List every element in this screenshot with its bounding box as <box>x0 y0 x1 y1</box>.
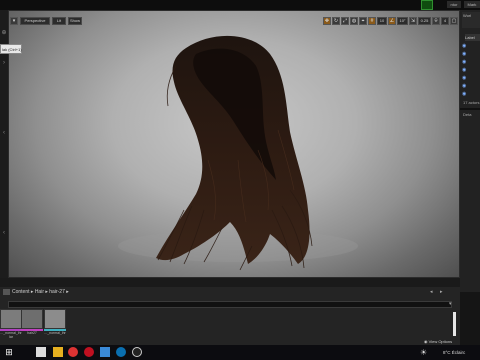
collapse-icon[interactable]: ‹ <box>1 130 7 136</box>
asset-thumbnail <box>0 309 22 329</box>
visibility-icon[interactable]: ◉ <box>462 68 468 73</box>
visibility-icon[interactable]: ◉ <box>462 52 468 57</box>
asset-search-input[interactable] <box>8 301 452 308</box>
breadcrumb: Content ▸ Hair ▸ hair-27 ▸ <box>12 288 212 296</box>
viewport-options-icon[interactable]: ▾ <box>10 17 18 25</box>
opera-icon[interactable] <box>84 347 94 357</box>
scale-snap-value[interactable]: 0.25 <box>418 17 431 25</box>
unreal-engine-icon[interactable] <box>132 347 142 357</box>
breadcrumb-item[interactable]: Hair <box>35 289 44 295</box>
visibility-icon[interactable]: ◉ <box>462 44 468 49</box>
file-explorer-icon[interactable] <box>53 347 63 357</box>
breadcrumb-item[interactable]: hair-27 <box>49 289 65 295</box>
view-options-label: View Options <box>428 339 453 344</box>
app-icon[interactable] <box>116 347 126 357</box>
content-browser-tabbar <box>0 278 460 287</box>
top-bar <box>0 0 480 10</box>
outliner-label-column[interactable]: Label <box>465 34 480 41</box>
history-back-icon[interactable]: ◂ <box>430 289 436 295</box>
expand-icon[interactable]: › <box>1 60 7 66</box>
move-tool-icon[interactable]: ✥ <box>323 17 331 25</box>
scale-tool-icon[interactable]: ⤢ <box>341 17 349 25</box>
tooltip: lak (Ctrl+1) <box>0 44 22 54</box>
scale-snap-icon[interactable]: ⇲ <box>409 17 417 25</box>
chrome-icon[interactable] <box>68 347 78 357</box>
rotation-snap-value[interactable]: 10° <box>397 17 408 25</box>
lit-button[interactable]: Lit <box>52 17 66 25</box>
asset-name-line2: lar <box>9 335 13 339</box>
view-options-button[interactable]: ◉ View Options <box>424 338 460 345</box>
filter-icon[interactable]: ▾ <box>449 301 455 308</box>
history-forward-icon[interactable]: ▸ <box>440 289 446 295</box>
rotate-tool-icon[interactable]: ↻ <box>332 17 340 25</box>
grid-snap-value[interactable]: 10 <box>377 17 387 25</box>
chevron-right-icon: ▸ <box>66 289 69 295</box>
app-icon[interactable] <box>100 347 110 357</box>
actor-count: 17 actors <box>463 100 480 105</box>
asset-name: hair27 <box>27 331 37 335</box>
asset-tile[interactable]: hair27 <box>21 309 43 337</box>
perspective-button[interactable]: Perspective <box>20 17 50 25</box>
weather-icon[interactable]: ☀ <box>420 348 429 357</box>
camera-speed-value[interactable]: 4 <box>441 17 449 25</box>
details-tab[interactable]: Deta <box>463 112 480 118</box>
asset-name: ..._normal_lhr <box>44 331 66 335</box>
content-browser-scrollbar[interactable] <box>453 312 456 336</box>
surface-snap-icon[interactable]: ⌖ <box>359 17 367 25</box>
folder-icon[interactable] <box>3 289 10 295</box>
hair-mesh <box>118 35 358 271</box>
start-icon[interactable]: ⊞ <box>4 347 14 357</box>
visibility-icon[interactable]: ◉ <box>462 84 468 89</box>
visibility-icon[interactable]: ◉ <box>462 60 468 65</box>
asset-thumbnail <box>21 309 43 329</box>
show-button[interactable]: Show <box>68 17 82 25</box>
rotation-snap-icon[interactable]: ∠ <box>388 17 396 25</box>
visibility-icon[interactable]: ◉ <box>462 92 468 97</box>
camera-speed-icon[interactable]: ⌾ <box>432 17 440 25</box>
maximize-viewport-icon[interactable]: ▢ <box>450 17 458 25</box>
grid-snap-icon[interactable]: # <box>368 17 376 25</box>
world-outliner-tab[interactable]: Worl <box>463 12 480 20</box>
visibility-icon[interactable]: ◉ <box>462 76 468 81</box>
marketplace-label[interactable]: Mark <box>464 1 480 8</box>
panel-divider[interactable] <box>460 108 480 110</box>
play-button[interactable] <box>421 0 433 10</box>
breadcrumb-item[interactable]: Content <box>12 289 30 295</box>
top-menu-label[interactable]: ntor <box>447 1 461 8</box>
asset-tile[interactable]: ..._normal_lhr <box>44 309 66 337</box>
dock-icon[interactable]: ‹ <box>1 230 7 236</box>
weather-text[interactable]: 8°C Éclairc <box>443 348 480 357</box>
pin-icon[interactable]: ⊕ <box>1 30 7 36</box>
asset-thumbnail <box>44 309 66 329</box>
asset-tile[interactable]: ..._normal_lhr lar <box>0 309 22 339</box>
task-view-icon[interactable] <box>36 347 46 357</box>
level-viewport[interactable] <box>8 10 460 278</box>
world-space-icon[interactable]: ◍ <box>350 17 358 25</box>
